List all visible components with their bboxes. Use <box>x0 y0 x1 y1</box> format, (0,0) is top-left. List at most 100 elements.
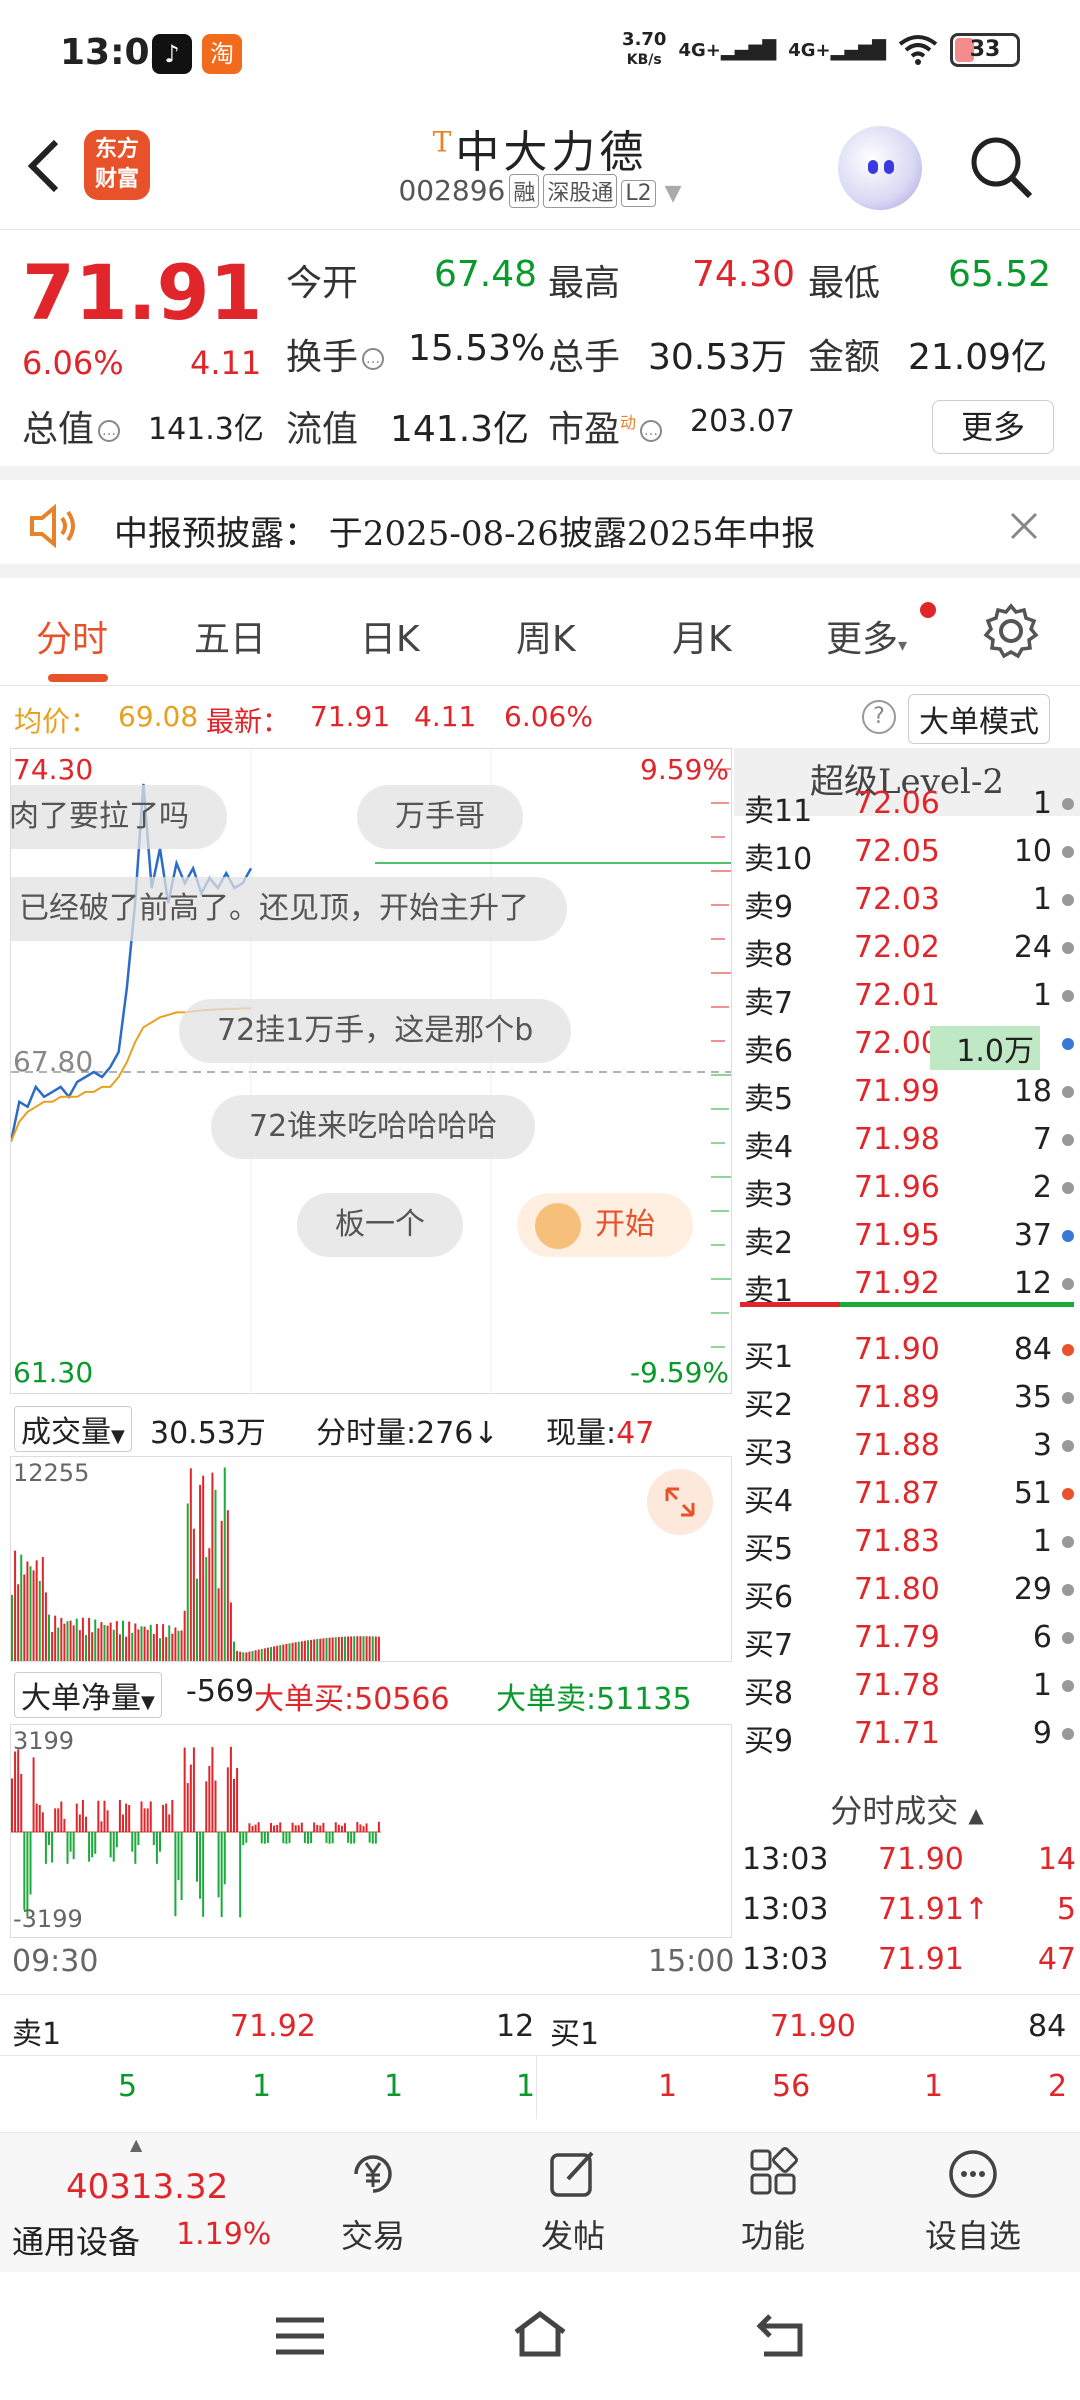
order-dot <box>1062 1038 1074 1050</box>
flow-bar <box>35 1803 38 1832</box>
bid-row[interactable]: 买2 71.89 35 <box>734 1374 1080 1423</box>
nav-functions[interactable]: 功能 <box>698 2147 848 2257</box>
back-icon[interactable] <box>752 2310 808 2360</box>
order-dot <box>1062 1278 1074 1290</box>
danmu-start-button[interactable]: 开始 <box>517 1193 693 1257</box>
notice-banner[interactable]: 中报预披露： 于2025-08-26披露2025年中报 <box>0 466 1080 578</box>
tab-monthly-k[interactable]: 月K <box>672 610 732 662</box>
flow-bar <box>26 1832 29 1917</box>
bid-row[interactable]: 买1 71.90 84 <box>734 1326 1080 1375</box>
tab-daily-k[interactable]: 日K <box>360 610 420 662</box>
change-pct: 6.06% <box>22 344 124 382</box>
info-icon[interactable]: … <box>640 420 663 442</box>
danmu-comment[interactable]: 万手哥 <box>357 785 523 849</box>
avg-change-pct: 6.06% <box>504 700 593 733</box>
ask-row[interactable]: 卖7 72.01 1 <box>734 972 1080 1021</box>
bid-row[interactable]: 买3 71.88 3 <box>734 1422 1080 1471</box>
more-button[interactable]: 更多 <box>932 400 1054 454</box>
bid-row[interactable]: 买4 71.87 51 <box>734 1470 1080 1519</box>
nav-post[interactable]: 发帖 <box>498 2147 648 2257</box>
info-icon[interactable]: … <box>98 420 121 442</box>
assistant-avatar-icon[interactable] <box>838 126 922 210</box>
flow-bar <box>365 1823 368 1832</box>
help-icon[interactable]: ? <box>862 700 896 734</box>
ask-row[interactable]: 卖6 72.00 1.0万 <box>734 1020 1080 1070</box>
index-widget[interactable]: ▲ 40313.32 通用设备 1.19% <box>0 2133 290 2273</box>
tab-intraday[interactable]: 分时 <box>36 610 108 662</box>
danmu-comment[interactable]: ，已经破了前高了。还见顶，开始主升了 <box>11 877 567 941</box>
nav-trade[interactable]: 交易 <box>298 2147 448 2257</box>
trade-list-title[interactable]: 分时成交 ▲ <box>734 1786 1080 1832</box>
ask-row[interactable]: 卖3 71.96 2 <box>734 1164 1080 1213</box>
home-icon[interactable] <box>510 2308 570 2362</box>
active-tab-indicator <box>48 674 108 682</box>
trade-volume: 5 <box>1056 1892 1076 1927</box>
bid-row[interactable]: 买6 71.80 29 <box>734 1566 1080 1615</box>
danmu-comment[interactable]: 72谁来吃哈哈哈哈 <box>211 1095 536 1159</box>
volume-bar <box>254 1650 257 1661</box>
flow-bar <box>69 1832 72 1852</box>
volume-bar <box>313 1639 316 1661</box>
big-order-chart[interactable]: 3199 -3199 <box>10 1724 732 1938</box>
flow-bar <box>103 1800 106 1832</box>
ask-row[interactable]: 卖10 72.05 10 <box>734 828 1080 877</box>
avg-value: 69.08 <box>118 700 199 733</box>
bid-row[interactable]: 买5 71.83 1 <box>734 1518 1080 1567</box>
ask-row[interactable]: 卖4 71.98 7 <box>734 1116 1080 1165</box>
danmu-comment[interactable]: 肉了要拉了吗 <box>11 785 227 849</box>
nav-add-watchlist[interactable]: 设自选 <box>898 2147 1048 2257</box>
big-order-net: -569 <box>186 1674 255 1709</box>
flow-max-label: 3199 <box>13 1727 75 1755</box>
order-dot <box>1062 1488 1074 1500</box>
settings-gear-icon[interactable] <box>982 602 1040 660</box>
info-icon[interactable]: … <box>362 348 385 370</box>
volume-chart[interactable]: 12255 <box>10 1456 732 1662</box>
ask-row[interactable]: 卖9 72.03 1 <box>734 876 1080 925</box>
ask-row[interactable]: 卖5 71.99 18 <box>734 1068 1080 1117</box>
tab-weekly-k[interactable]: 周K <box>516 610 576 662</box>
volume-bar <box>38 1580 41 1661</box>
volume-bar <box>307 1640 309 1661</box>
flow-bar <box>48 1832 50 1846</box>
volume-bar <box>115 1621 118 1661</box>
volume-bar <box>20 1554 23 1661</box>
intraday-chart[interactable]: 74.30 9.59% 61.30 -9.59% 67.80 肉了要拉了吗 万手… <box>10 748 732 1394</box>
flow-bar <box>319 1825 322 1832</box>
ask-row[interactable]: 卖1 71.92 12 <box>734 1260 1080 1309</box>
bid-price: 71.88 <box>854 1428 940 1463</box>
bid-row[interactable]: 买9 71.71 9 <box>734 1710 1080 1759</box>
search-icon[interactable] <box>966 132 1038 204</box>
ask-row[interactable]: 卖11 72.06 1 <box>734 780 1080 829</box>
bid-volume: 1 <box>1032 1668 1052 1703</box>
ask-row[interactable]: 卖2 71.95 37 <box>734 1212 1080 1261</box>
flow-bar <box>146 1808 149 1832</box>
flow-bar <box>78 1814 81 1832</box>
ask-label: 卖4 <box>744 1130 794 1165</box>
bid-row[interactable]: 买7 71.79 6 <box>734 1614 1080 1663</box>
volume-bar <box>266 1647 269 1661</box>
flow-bar <box>334 1822 337 1832</box>
volume-bar <box>279 1645 282 1661</box>
danmu-comment[interactable]: 72挂1万手，这是那个b <box>179 999 572 1063</box>
tab-five-day[interactable]: 五日 <box>194 610 266 662</box>
volume-bar <box>344 1636 346 1661</box>
volume-selector[interactable]: 成交量▼ <box>14 1406 132 1452</box>
tab-more[interactable]: 更多▾ <box>826 610 907 662</box>
big-order-mode-button[interactable]: 大单模式 <box>908 694 1050 744</box>
flow-bar <box>165 1803 168 1832</box>
flow-bar <box>316 1824 319 1832</box>
menu-icon[interactable] <box>272 2314 328 2358</box>
volume-bar <box>282 1644 285 1661</box>
ask-row[interactable]: 卖8 72.02 24 <box>734 924 1080 973</box>
system-nav-bar <box>0 2272 1080 2400</box>
expand-icon[interactable] <box>647 1469 713 1535</box>
big-order-selector[interactable]: 大单净量▼ <box>14 1672 162 1718</box>
big-order-bars <box>11 1746 381 1918</box>
flow-bar <box>236 1768 239 1832</box>
close-icon[interactable] <box>1008 510 1040 542</box>
ask-price: 71.99 <box>854 1074 940 1109</box>
volume-bar <box>189 1468 192 1661</box>
tick-volume: 分时量:276↓ <box>316 1416 499 1451</box>
danmu-comment[interactable]: 板一个 <box>297 1193 463 1257</box>
bid-row[interactable]: 买8 71.78 1 <box>734 1662 1080 1711</box>
